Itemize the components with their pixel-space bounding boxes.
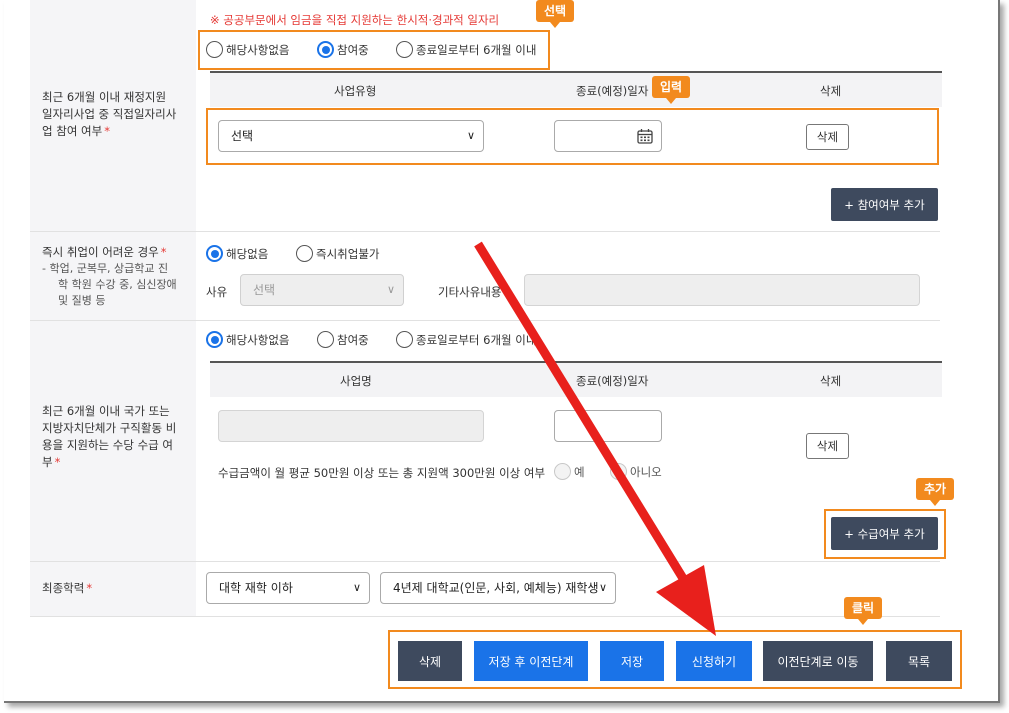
apply-button[interactable]: 신청하기	[676, 641, 752, 681]
chevron-down-icon: ∨	[352, 581, 361, 594]
reason-select: 선택 ∨	[240, 274, 404, 306]
radio-section1-none[interactable]: 해당사항없음	[206, 41, 289, 58]
other-reason-label: 기타사유내용	[438, 285, 502, 299]
required-mark: *	[104, 124, 110, 138]
add-participation-button[interactable]: + 참여여부 추가	[831, 188, 938, 221]
add-allowance-button[interactable]: + 수급여부 추가	[831, 517, 938, 550]
list-button[interactable]: 목록	[886, 641, 952, 681]
radio-circle	[554, 463, 571, 480]
radio-section3-participating[interactable]: 참여중	[317, 331, 369, 348]
required-mark: *	[86, 581, 93, 595]
save-button[interactable]: 저장	[600, 641, 664, 681]
section3-table-header: 사업명 종료(예정)일자 삭제	[210, 361, 942, 397]
direct-job-notice: ※ 공공부문에서 임금을 직접 지원하는 한시적·경과적 일자리	[210, 13, 500, 27]
radio-circle	[396, 41, 413, 58]
column-delete: 삭제	[820, 84, 842, 98]
radio-circle-checked	[206, 331, 223, 348]
radio-section2-none[interactable]: 해당없음	[206, 245, 268, 262]
education-detail-select[interactable]: 4년제 대학교(인문, 사회, 예체능) 재학생 ∨	[380, 572, 616, 604]
section1-table-header: 사업유형 종료(예정)일자 삭제	[210, 71, 942, 107]
chevron-down-icon: ∨	[598, 581, 607, 594]
radio-circle	[296, 245, 313, 262]
required-mark: *	[54, 455, 61, 469]
section4-label: 최종학력 *	[42, 581, 93, 595]
end-date-input[interactable]	[554, 120, 662, 152]
row-divider	[30, 320, 940, 321]
add-annotation-tag: 추가	[916, 478, 955, 506]
business-type-select[interactable]: 선택 ∨	[218, 120, 484, 152]
delete-participation-button[interactable]: 삭제	[806, 124, 849, 150]
allowance-amount-question: 수급금액이 월 평균 50만원 이상 또는 총 지원액 300만원 이상 여부	[218, 466, 546, 480]
radio-section3-within-6-months[interactable]: 종료일로부터 6개월 이내	[396, 331, 536, 348]
chevron-down-icon: ∨	[466, 129, 475, 142]
required-mark: *	[160, 245, 167, 259]
radio-allowance-yes[interactable]: 예	[554, 463, 585, 480]
radio-circle-checked	[317, 41, 334, 58]
row-divider	[30, 616, 940, 617]
radio-circle	[317, 331, 334, 348]
section1-label: 최근 6개월 이내 재정지원 일자리사업 중 직접일자리사 업 참여 여부 *	[42, 90, 177, 138]
delete-button[interactable]: 삭제	[398, 641, 462, 681]
select-annotation-tag: 선택	[536, 0, 575, 28]
section3-label: 최근 6개월 이내 국가 또는 지방자치단체가 구직활동 비 용을 지원하는 수…	[42, 404, 177, 469]
column-delete: 삭제	[820, 374, 842, 388]
radio-section1-participating[interactable]: 참여중	[317, 41, 369, 58]
chevron-down-icon: ∨	[386, 283, 395, 296]
radio-section1-within-6-months[interactable]: 종료일로부터 6개월 이내	[396, 41, 536, 58]
column-end-date: 종료(예정)일자	[576, 84, 649, 98]
column-business-type: 사업유형	[334, 84, 377, 98]
education-level-select[interactable]: 대학 재학 이하 ∨	[206, 572, 370, 604]
row-divider	[30, 231, 940, 232]
section2-label: 즉시 취업이 어려운 경우 *	[42, 245, 167, 259]
previous-step-button[interactable]: 이전단계로 이동	[763, 641, 873, 681]
column-business-name: 사업명	[340, 374, 372, 388]
radio-section3-none[interactable]: 해당사항없음	[206, 331, 289, 348]
radio-circle	[610, 463, 627, 480]
calendar-icon[interactable]	[637, 128, 653, 144]
radio-section2-unavailable[interactable]: 즉시취업불가	[296, 245, 379, 262]
application-form-window: ※ 공공부문에서 임금을 직접 지원하는 한시적·경과적 일자리 최근 6개월 …	[4, 0, 1000, 703]
section2-note: - 학업, 군복무, 상급학교 진 학 학원 수강 중, 심신장애 및 질병 등	[42, 262, 177, 307]
radio-circle	[396, 331, 413, 348]
business-name-input	[218, 410, 484, 442]
radio-allowance-no[interactable]: 아니오	[610, 463, 662, 480]
save-and-previous-button[interactable]: 저장 후 이전단계	[474, 641, 588, 681]
reason-label: 사유	[206, 285, 228, 299]
radio-circle	[206, 41, 223, 58]
row-divider	[30, 561, 940, 562]
input-annotation-tag: 입력	[652, 76, 691, 104]
column-end-date: 종료(예정)일자	[576, 374, 649, 388]
click-annotation-tag: 클릭	[844, 597, 883, 625]
radio-circle-checked	[206, 245, 223, 262]
other-reason-input	[524, 274, 920, 306]
delete-allowance-button[interactable]: 삭제	[806, 433, 849, 459]
allowance-end-date-input[interactable]	[554, 410, 662, 442]
